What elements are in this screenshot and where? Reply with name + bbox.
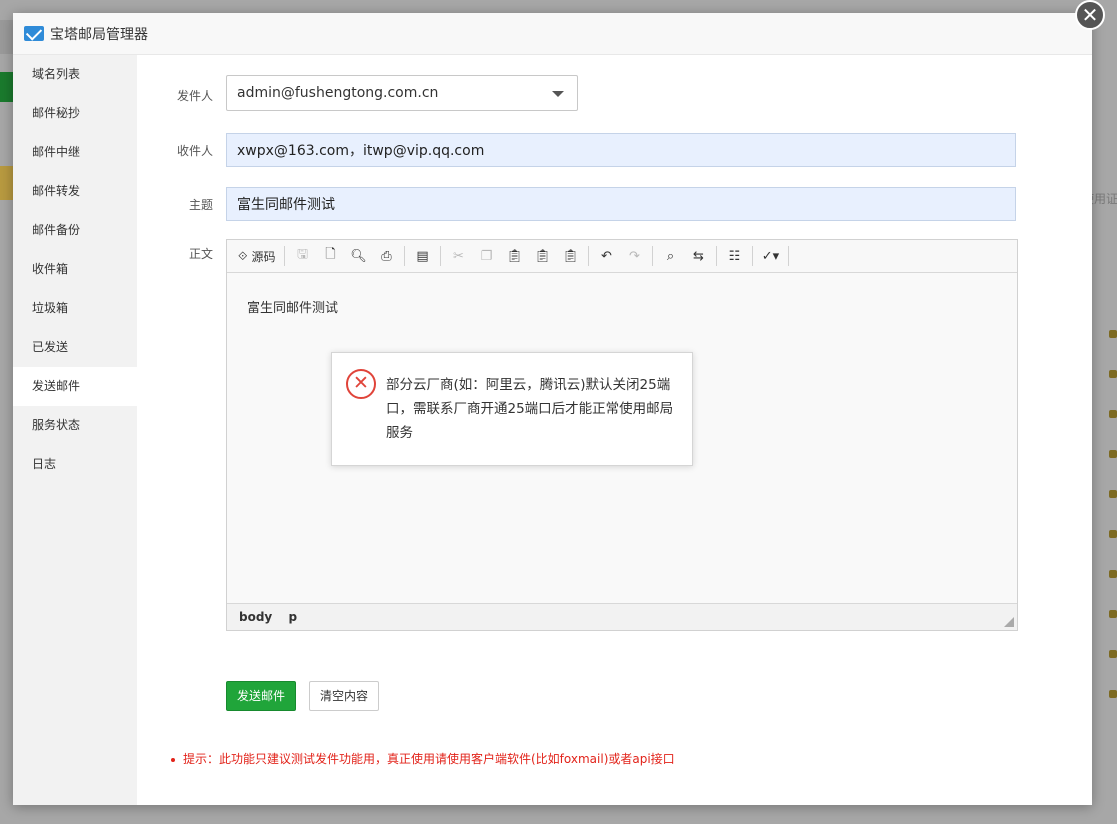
sidebar-item-send-mail[interactable]: 发送邮件: [13, 367, 137, 406]
key-icon: [1109, 530, 1117, 538]
sidebar-item-mail-bcc[interactable]: 邮件秘抄: [13, 94, 137, 133]
templates-icon[interactable]: ▤: [410, 244, 434, 268]
usage-tip-text: 提示：此功能只建议测试发件功能用，真正使用请使用客户端软件(比如foxmail)…: [183, 752, 675, 766]
toolbar-separator: [404, 246, 406, 266]
source-code-icon: ⟐: [238, 248, 248, 263]
send-mail-form: 发件人 admin@fushengtong.com.cn 收件人 主题 正文 ⟐…: [137, 55, 1092, 805]
sender-label: 发件人: [176, 89, 213, 103]
sidebar: 域名列表 邮件秘抄 邮件中继 邮件转发 邮件备份 收件箱 垃圾箱 已发送 发送邮…: [13, 55, 137, 805]
key-icon: [1109, 450, 1117, 458]
key-icon: [1109, 410, 1117, 418]
toolbar-separator: [716, 246, 718, 266]
recipient-input[interactable]: [226, 133, 1016, 167]
paste-text-icon[interactable]: 📋︎: [530, 244, 554, 268]
spellcheck-icon[interactable]: ✓▾: [758, 244, 782, 268]
toolbar-separator: [752, 246, 754, 266]
resize-handle[interactable]: [1004, 617, 1014, 627]
editor-status-bar: body p: [227, 603, 1017, 630]
subject-input[interactable]: [226, 187, 1016, 221]
editor-toolbar: ⟐ 源码 🖫 🗋 🔍︎ ⎙ ▤ ✂ ❐ 📋︎ 📋︎ 📋︎ ↶ ↷ ⌕ ⇆ ☷ ✓…: [227, 240, 1017, 273]
modal-title: 宝塔邮局管理器: [50, 26, 148, 43]
toolbar-separator: [588, 246, 590, 266]
source-label: 源码: [251, 249, 276, 264]
toolbar-separator: [652, 246, 654, 266]
path-p[interactable]: p: [288, 610, 297, 624]
path-body[interactable]: body: [239, 610, 272, 624]
sender-value: admin@fushengtong.com.cn: [237, 85, 439, 101]
save-icon[interactable]: 🖫: [290, 244, 314, 268]
redo-icon[interactable]: ↷: [622, 244, 646, 268]
sidebar-item-mail-backup[interactable]: 邮件备份: [13, 211, 137, 250]
port-warning-dialog: ✕ 部分云厂商(如：阿里云，腾讯云)默认关闭25端口，需联系厂商开通25端口后才…: [331, 352, 693, 466]
port-warning-message: 部分云厂商(如：阿里云，腾讯云)默认关闭25端口，需联系厂商开通25端口后才能正…: [386, 377, 674, 441]
body-label: 正文: [188, 247, 213, 261]
print-icon[interactable]: ⎙: [374, 244, 398, 268]
background-notice: [0, 166, 14, 200]
source-button[interactable]: ⟐ 源码: [235, 244, 278, 268]
clear-content-button[interactable]: 清空内容: [309, 681, 379, 711]
preview-icon[interactable]: 🔍︎: [346, 244, 370, 268]
recipient-label: 收件人: [176, 144, 213, 158]
key-icon: [1109, 490, 1117, 498]
paste-icon[interactable]: 📋︎: [502, 244, 526, 268]
select-all-icon[interactable]: ☷: [722, 244, 746, 268]
replace-icon[interactable]: ⇆: [686, 244, 710, 268]
sidebar-item-sent[interactable]: 已发送: [13, 328, 137, 367]
new-page-icon[interactable]: 🗋: [318, 244, 342, 268]
background-strip: [0, 20, 14, 54]
sidebar-item-inbox[interactable]: 收件箱: [13, 250, 137, 289]
usage-tip: 提示：此功能只建议测试发件功能用，真正使用请使用客户端软件(比如foxmail)…: [171, 750, 675, 767]
editor-content[interactable]: 富生同邮件测试: [247, 297, 338, 316]
close-icon[interactable]: ✕: [1075, 0, 1105, 30]
find-icon[interactable]: ⌕: [658, 244, 682, 268]
sidebar-item-spam[interactable]: 垃圾箱: [13, 289, 137, 328]
sidebar-item-mail-relay[interactable]: 邮件中继: [13, 133, 137, 172]
key-icon: [1109, 690, 1117, 698]
toolbar-separator: [788, 246, 790, 266]
bullet-icon: [171, 757, 175, 762]
undo-icon[interactable]: ↶: [594, 244, 618, 268]
send-mail-button[interactable]: 发送邮件: [226, 681, 296, 711]
key-icon: [1109, 370, 1117, 378]
paste-word-icon[interactable]: 📋︎: [558, 244, 582, 268]
mail-icon: [24, 26, 44, 41]
key-icon: [1109, 570, 1117, 578]
copy-icon[interactable]: ❐: [474, 244, 498, 268]
sidebar-item-logs[interactable]: 日志: [13, 445, 137, 484]
sidebar-item-service-status[interactable]: 服务状态: [13, 406, 137, 445]
chevron-down-icon: [552, 91, 564, 97]
error-icon: ✕: [346, 369, 376, 399]
mail-manager-modal: 宝塔邮局管理器 域名列表 邮件秘抄 邮件中继 邮件转发 邮件备份 收件箱 垃圾箱…: [13, 13, 1092, 805]
sender-select[interactable]: admin@fushengtong.com.cn: [226, 75, 578, 111]
key-icon: [1109, 610, 1117, 618]
toolbar-separator: [284, 246, 286, 266]
key-icon: [1109, 650, 1117, 658]
background-button: [0, 72, 14, 102]
sidebar-item-domain-list[interactable]: 域名列表: [13, 55, 137, 94]
modal-header: 宝塔邮局管理器: [13, 13, 1092, 55]
key-icon: [1109, 330, 1117, 338]
cut-icon[interactable]: ✂: [446, 244, 470, 268]
sidebar-item-mail-forward[interactable]: 邮件转发: [13, 172, 137, 211]
subject-label: 主题: [188, 198, 213, 212]
toolbar-separator: [440, 246, 442, 266]
